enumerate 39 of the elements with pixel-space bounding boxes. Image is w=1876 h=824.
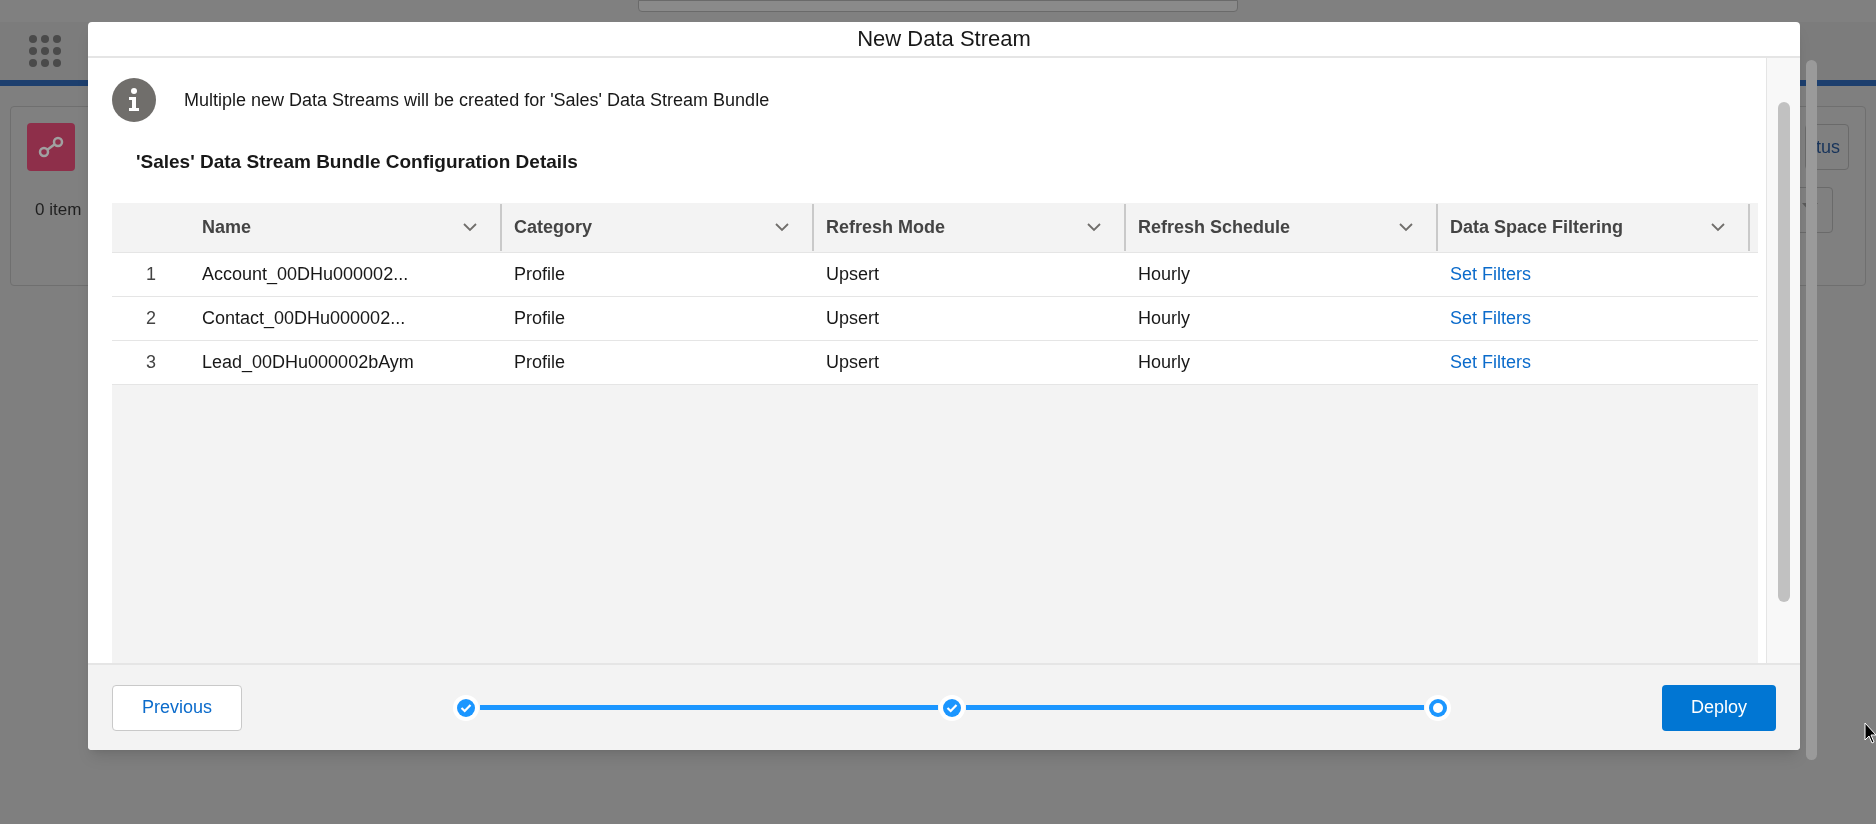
table-cell-text: Upsert bbox=[825, 350, 880, 374]
chevron-down-icon[interactable] bbox=[462, 222, 478, 232]
deploy-button[interactable]: Deploy bbox=[1662, 684, 1776, 731]
column-header[interactable]: Refresh Mode bbox=[814, 203, 1126, 251]
previous-button[interactable]: Previous bbox=[112, 684, 242, 731]
table-cell-text: Profile bbox=[513, 262, 567, 286]
chevron-down-icon[interactable] bbox=[1710, 222, 1726, 232]
table-cell-text: Hourly bbox=[1137, 306, 1191, 330]
info-icon bbox=[112, 78, 156, 122]
item-count: 0 item bbox=[35, 199, 82, 222]
table-cell-text: Contact_00DHu000002... bbox=[201, 306, 407, 331]
chevron-down-icon[interactable] bbox=[774, 222, 790, 232]
table-cell-text: Hourly bbox=[1137, 262, 1191, 286]
set-filters-link[interactable]: Set Filters bbox=[1450, 260, 1532, 288]
scrollbar-thumb[interactable] bbox=[1777, 102, 1790, 602]
table-cell-text: Hourly bbox=[1137, 350, 1191, 374]
column-header[interactable]: Category bbox=[502, 203, 814, 251]
mouse-pointer-icon bbox=[1864, 722, 1876, 744]
row-number: 3 bbox=[146, 350, 156, 374]
set-filters-link[interactable]: Set Filters bbox=[1450, 348, 1532, 376]
info-message: Multiple new Data Streams will be created for 'Sales' Data Stream Bundle bbox=[184, 88, 770, 112]
row-number: 1 bbox=[146, 262, 156, 286]
section-title: 'Sales' Data Stream Bundle Configuration Details bbox=[136, 150, 579, 174]
table-cell-text: Upsert bbox=[825, 306, 880, 330]
table-cell-text: Upsert bbox=[825, 262, 880, 286]
modal-title: New Data Stream bbox=[857, 26, 1031, 52]
table-cell-text: Account_00DHu000002... bbox=[201, 262, 410, 287]
column-header[interactable]: Data Space Filtering bbox=[1438, 203, 1750, 251]
chevron-down-icon[interactable] bbox=[1086, 222, 1102, 232]
row-number: 2 bbox=[146, 306, 156, 330]
chevron-down-icon[interactable] bbox=[1398, 222, 1414, 232]
data-stream-icon bbox=[27, 123, 75, 171]
column-header[interactable]: Name bbox=[190, 203, 502, 251]
table-cell-text: Lead_00DHu000002bAym bbox=[201, 350, 415, 375]
search-field[interactable] bbox=[638, 0, 1238, 12]
column-header[interactable]: Refresh Schedule bbox=[1126, 203, 1438, 251]
table-cell-text: Profile bbox=[513, 306, 567, 330]
table-cell-text: Profile bbox=[513, 350, 567, 374]
set-filters-link[interactable]: Set Filters bbox=[1450, 304, 1532, 332]
